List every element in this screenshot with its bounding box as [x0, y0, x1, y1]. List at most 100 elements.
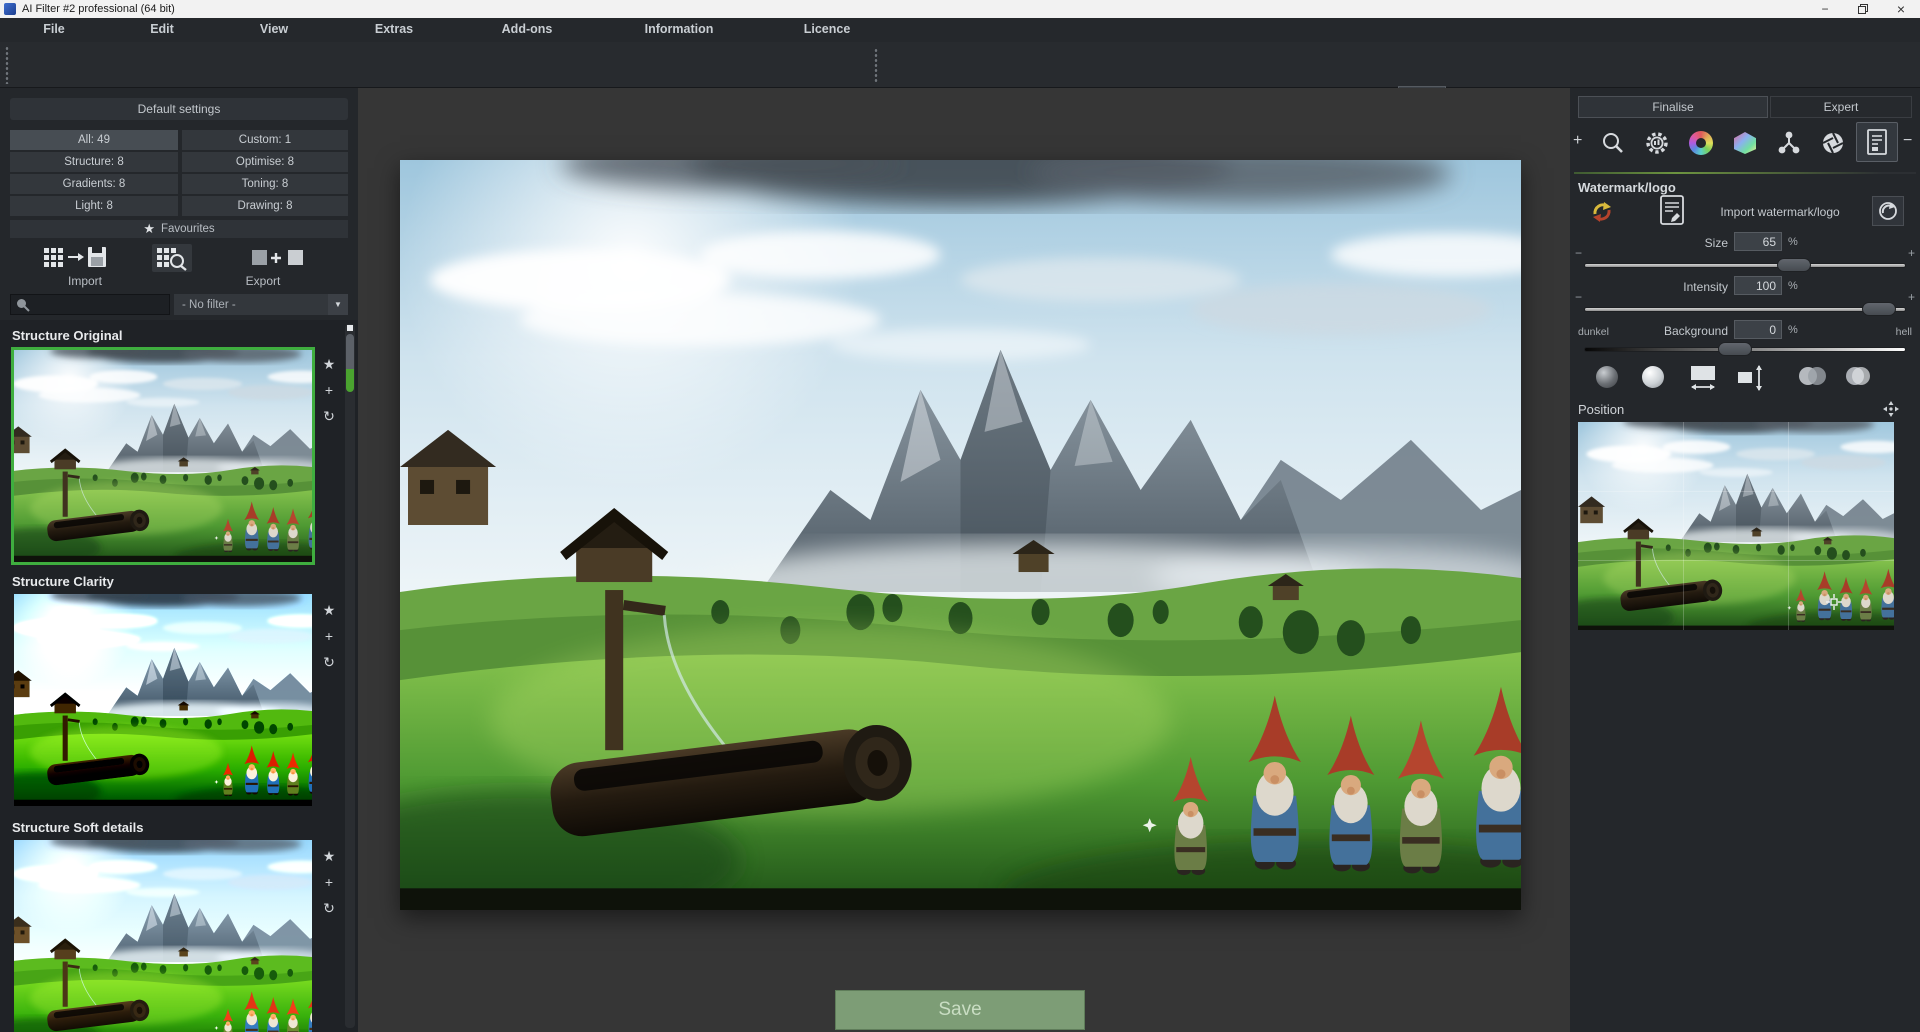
category-all[interactable]: All: 49	[10, 130, 178, 150]
aperture-icon	[1820, 130, 1846, 156]
watermark-mode-dark-sphere[interactable]	[1596, 366, 1618, 388]
preset-thumbnail-structure-clarity[interactable]	[14, 594, 312, 806]
intensity-slider-thumb[interactable]	[1862, 302, 1896, 316]
background-slider[interactable]	[1584, 342, 1906, 356]
save-button[interactable]: Save	[835, 990, 1085, 1030]
watermark-blend-hard-button[interactable]	[1842, 364, 1874, 388]
add-icon[interactable]: +	[318, 382, 340, 398]
position-preview[interactable]	[1578, 422, 1894, 630]
app-icon	[4, 3, 16, 15]
import-watermark-button[interactable]	[1658, 194, 1686, 226]
watermark-stretch-height-button[interactable]	[1736, 364, 1766, 392]
size-value-input[interactable]	[1734, 232, 1782, 251]
category-light[interactable]: Light: 8	[10, 196, 178, 216]
remove-tool-button[interactable]: −	[1903, 132, 1912, 150]
sync-icon[interactable]: ↻	[318, 654, 340, 670]
tab-expert[interactable]: Expert	[1770, 96, 1912, 118]
minimize-button[interactable]: −	[1806, 0, 1844, 18]
position-move-button[interactable]	[1882, 400, 1900, 418]
close-button[interactable]: ×	[1882, 0, 1920, 18]
filter-dropdown[interactable]: - No filter - ▼	[174, 294, 348, 315]
watermark-mode-light-sphere[interactable]	[1642, 366, 1664, 388]
watermark-reset-button[interactable]	[1590, 200, 1614, 224]
stretch-width-icon	[1688, 364, 1718, 392]
menu-addons[interactable]: Add-ons	[502, 22, 553, 36]
size-minus[interactable]: −	[1575, 246, 1582, 260]
magnify-tool-button[interactable]	[1594, 124, 1632, 162]
aperture-tool-button[interactable]	[1814, 124, 1852, 162]
import-export-labels: Import Export	[0, 274, 358, 290]
add-icon[interactable]: +	[318, 874, 340, 890]
preset-search-input[interactable]	[10, 294, 170, 315]
toolbar-divider-handle[interactable]	[874, 48, 878, 84]
grid-line	[1578, 560, 1894, 561]
category-drawing[interactable]: Drawing: 8	[182, 196, 348, 216]
scrollbar-top-button[interactable]	[347, 325, 353, 331]
size-slider-track[interactable]	[1584, 263, 1906, 268]
intensity-value-input[interactable]	[1734, 276, 1782, 295]
menu-view[interactable]: View	[260, 22, 288, 36]
toolbar-drag-handle[interactable]	[5, 46, 9, 84]
background-value-input[interactable]	[1734, 320, 1782, 339]
export-label: Export	[178, 274, 348, 288]
import-presets-button[interactable]	[42, 244, 128, 270]
preview-eye-icon	[1878, 201, 1898, 221]
menu-licence[interactable]: Licence	[804, 22, 851, 36]
import-watermark-label[interactable]: Import watermark/logo	[1690, 205, 1870, 219]
watermark-tool-button[interactable]	[1856, 122, 1898, 162]
main-photo[interactable]	[400, 160, 1521, 910]
window-title: AI Filter #2 professional (64 bit)	[22, 3, 175, 15]
add-tool-button[interactable]: +	[1573, 132, 1582, 150]
background-label: Background	[1570, 324, 1728, 338]
add-icon[interactable]: +	[318, 628, 340, 644]
background-slider-thumb[interactable]	[1718, 342, 1752, 356]
intensity-slider[interactable]	[1584, 302, 1906, 316]
intensity-label: Intensity	[1570, 280, 1728, 294]
menu-file[interactable]: File	[43, 22, 65, 36]
export-presets-button[interactable]	[248, 244, 312, 270]
watermark-position-handle[interactable]	[1826, 594, 1842, 610]
preset-thumbnail-image	[14, 594, 312, 806]
watermark-blend-soft-button[interactable]	[1796, 364, 1828, 388]
sync-icon[interactable]: ↻	[318, 900, 340, 916]
menu-edit[interactable]: Edit	[150, 22, 174, 36]
colour-space-button[interactable]	[1726, 124, 1764, 162]
category-optimise[interactable]: Optimise: 8	[182, 152, 348, 172]
favourite-icon[interactable]: ★	[318, 848, 340, 864]
category-gradients[interactable]: Gradients: 8	[10, 174, 178, 194]
preset-thumbnail-structure-original[interactable]	[14, 350, 312, 562]
watermark-preview-button[interactable]	[1872, 196, 1904, 226]
intensity-minus[interactable]: −	[1575, 290, 1582, 304]
favourite-icon[interactable]: ★	[318, 356, 340, 372]
watermark-section-title: Watermark/logo	[1578, 180, 1676, 195]
intensity-slider-track[interactable]	[1584, 307, 1906, 312]
preset-list-scrollbar[interactable]	[345, 324, 355, 1028]
watermark-stretch-width-button[interactable]	[1688, 364, 1718, 392]
default-settings-button[interactable]: Default settings	[10, 98, 348, 120]
favourites-button[interactable]: ★ Favourites	[10, 220, 348, 238]
restore-button[interactable]	[1844, 0, 1882, 18]
tab-finalise[interactable]: Finalise	[1578, 96, 1768, 118]
scrollbar-thumb[interactable]	[346, 334, 354, 392]
menu-information[interactable]: Information	[645, 22, 714, 36]
colour-wheel-button[interactable]	[1682, 124, 1720, 162]
node-graph-button[interactable]	[1770, 124, 1808, 162]
sync-icon[interactable]: ↻	[318, 408, 340, 424]
category-custom[interactable]: Custom: 1	[182, 130, 348, 150]
magnifier-icon	[1601, 131, 1625, 155]
intensity-plus[interactable]: +	[1908, 290, 1915, 304]
minimize-icon: −	[1821, 2, 1828, 16]
preset-thumbnail-structure-soft-details[interactable]	[14, 840, 312, 1032]
size-slider-thumb[interactable]	[1777, 258, 1811, 272]
category-structure[interactable]: Structure: 8	[10, 152, 178, 172]
position-label: Position	[1578, 402, 1624, 417]
browse-presets-button[interactable]	[152, 244, 192, 272]
menu-extras[interactable]: Extras	[375, 22, 413, 36]
settings-tool-button[interactable]	[1638, 124, 1676, 162]
category-toning[interactable]: Toning: 8	[182, 174, 348, 194]
grid-line	[1788, 422, 1789, 630]
stretch-height-icon	[1736, 364, 1766, 392]
favourite-icon[interactable]: ★	[318, 602, 340, 618]
size-slider[interactable]	[1584, 258, 1906, 272]
size-plus[interactable]: +	[1908, 246, 1915, 260]
